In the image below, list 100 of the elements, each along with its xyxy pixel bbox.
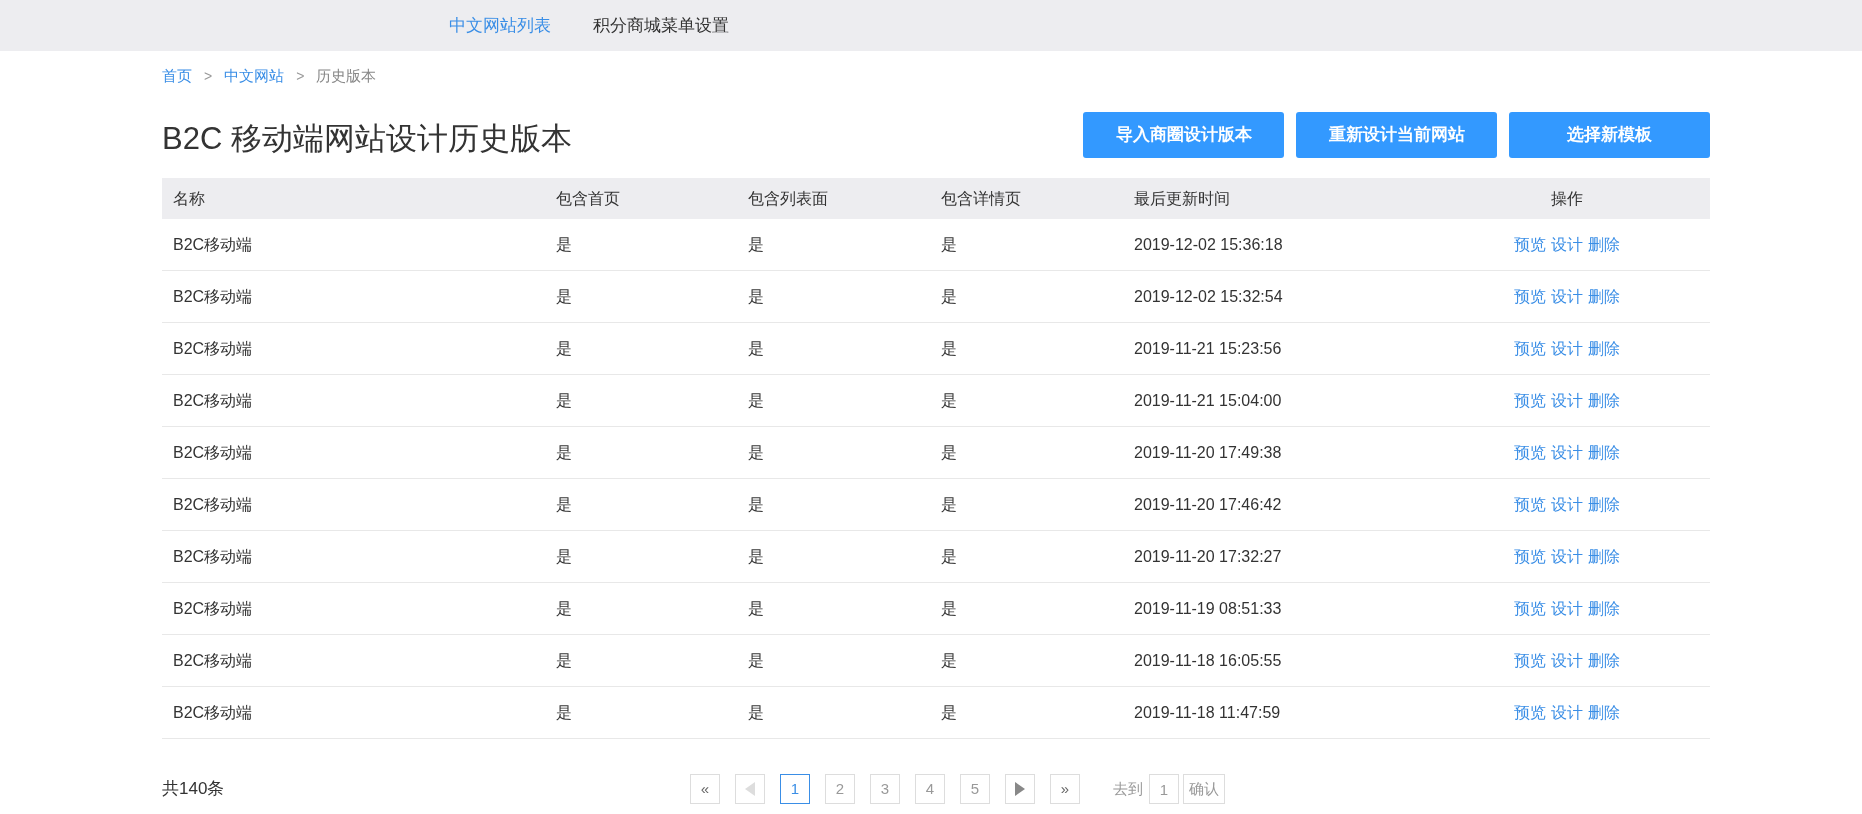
goto-page-field[interactable]: 1 bbox=[1149, 774, 1179, 804]
current-page-label: 历史版本 bbox=[316, 65, 377, 86]
table-cell-text: 2019-11-20 17:32:27 bbox=[1134, 546, 1282, 567]
breadcrumb-separator: > bbox=[204, 66, 213, 86]
action-button[interactable]: 选择新模板 bbox=[1509, 111, 1710, 158]
row-action-link[interactable]: 设计 bbox=[1550, 232, 1583, 257]
table-cell-text: B2C移动端 bbox=[173, 494, 253, 515]
table-cell-text: 是 bbox=[556, 338, 572, 359]
nav-tab[interactable]: 积分商城菜单设置 bbox=[593, 12, 729, 39]
table-cell-text: 是 bbox=[748, 546, 764, 567]
column-header: 操作 bbox=[1550, 188, 1583, 209]
table-cell-text: 是 bbox=[556, 546, 572, 567]
table-cell-text: B2C移动端 bbox=[173, 598, 253, 619]
breadcrumb-link[interactable]: 中文网站 bbox=[224, 64, 285, 88]
table-cell-text: 是 bbox=[748, 702, 764, 723]
table-cell-text: 是 bbox=[748, 234, 764, 255]
right-triangle-icon bbox=[1015, 782, 1025, 796]
left-triangle-icon bbox=[745, 782, 755, 796]
table-cell-text: 2019-12-02 15:36:18 bbox=[1134, 234, 1283, 255]
table-cell-text: B2C移动端 bbox=[173, 286, 253, 307]
table-cell-text: 2019-12-02 15:32:54 bbox=[1134, 286, 1283, 307]
row-action-link[interactable]: 预览 bbox=[1513, 596, 1546, 621]
row-action-link[interactable]: 删除 bbox=[1587, 388, 1620, 413]
page-number-button[interactable]: 4 bbox=[915, 774, 945, 804]
table-cell-text: 是 bbox=[748, 494, 764, 515]
table-cell-text: B2C移动端 bbox=[173, 650, 253, 671]
breadcrumb-link[interactable]: 首页 bbox=[162, 64, 192, 88]
row-action-link[interactable]: 设计 bbox=[1550, 596, 1583, 621]
page-number-button[interactable]: 3 bbox=[870, 774, 900, 804]
row-action-link[interactable]: 删除 bbox=[1587, 700, 1620, 725]
confirm-button[interactable]: 确认 bbox=[1183, 774, 1225, 804]
row-action-link[interactable]: 预览 bbox=[1513, 440, 1546, 465]
table-cell-text: 是 bbox=[941, 494, 957, 515]
next-page-button[interactable] bbox=[1005, 774, 1035, 804]
column-header: 包含列表面 bbox=[748, 188, 828, 209]
row-action-link[interactable]: 设计 bbox=[1550, 492, 1583, 517]
table-cell-text: 2019-11-21 15:04:00 bbox=[1134, 390, 1282, 411]
table-cell-text: B2C移动端 bbox=[173, 338, 253, 359]
row-action-link[interactable]: 设计 bbox=[1550, 440, 1583, 465]
table-cell-text: 是 bbox=[941, 650, 957, 671]
table-cell-text: 2019-11-18 16:05:55 bbox=[1134, 650, 1282, 671]
row-action-link[interactable]: 删除 bbox=[1587, 648, 1620, 673]
table-cell-text: 是 bbox=[748, 286, 764, 307]
table-cell-text: B2C移动端 bbox=[173, 702, 253, 723]
action-button[interactable]: 重新设计当前网站 bbox=[1296, 111, 1497, 158]
table-cell-text: 2019-11-19 08:51:33 bbox=[1134, 598, 1282, 619]
table-cell-text: 是 bbox=[556, 598, 572, 619]
table-cell-text: 是 bbox=[941, 442, 957, 463]
column-header: 名称 bbox=[173, 188, 205, 209]
row-action-link[interactable]: 设计 bbox=[1550, 700, 1583, 725]
page-number-button[interactable]: 1 bbox=[780, 774, 810, 804]
row-action-link[interactable]: 删除 bbox=[1587, 284, 1620, 309]
table-cell-text: B2C移动端 bbox=[173, 390, 253, 411]
nav-tab[interactable]: 中文网站列表 bbox=[449, 12, 551, 39]
row-action-link[interactable]: 预览 bbox=[1513, 648, 1546, 673]
row-action-link[interactable]: 删除 bbox=[1587, 336, 1620, 361]
table-cell-text: 是 bbox=[941, 702, 957, 723]
page-number-button[interactable]: 2 bbox=[825, 774, 855, 804]
table-cell-text: 是 bbox=[941, 234, 957, 255]
table-cell-text: 是 bbox=[748, 442, 764, 463]
last-page-button[interactable]: » bbox=[1050, 774, 1080, 804]
action-button[interactable]: 导入商圈设计版本 bbox=[1083, 111, 1284, 158]
table-cell-text: 是 bbox=[556, 390, 572, 411]
table-cell-text: 是 bbox=[941, 338, 957, 359]
row-action-link[interactable]: 设计 bbox=[1550, 284, 1583, 309]
table-cell-text: 2019-11-21 15:23:56 bbox=[1134, 338, 1282, 359]
row-action-link[interactable]: 设计 bbox=[1550, 388, 1583, 413]
row-action-link[interactable]: 设计 bbox=[1550, 648, 1583, 673]
row-action-link[interactable]: 删除 bbox=[1587, 440, 1620, 465]
row-action-link[interactable]: 设计 bbox=[1550, 336, 1583, 361]
row-action-link[interactable]: 预览 bbox=[1513, 232, 1546, 257]
row-action-link[interactable]: 设计 bbox=[1550, 544, 1583, 569]
column-header: 包含详情页 bbox=[941, 188, 1021, 209]
row-action-link[interactable]: 删除 bbox=[1587, 492, 1620, 517]
row-action-link[interactable]: 预览 bbox=[1513, 544, 1546, 569]
table-cell-text: 是 bbox=[556, 286, 572, 307]
row-action-link[interactable]: 删除 bbox=[1587, 544, 1620, 569]
page-number-button[interactable]: 5 bbox=[960, 774, 990, 804]
table-cell-text: 2019-11-20 17:49:38 bbox=[1134, 442, 1282, 463]
goto-label: 去到 bbox=[1113, 778, 1143, 799]
table-cell-text: 是 bbox=[748, 390, 764, 411]
table-cell-text: 是 bbox=[556, 650, 572, 671]
column-header: 最后更新时间 bbox=[1134, 188, 1230, 209]
table-cell-text: B2C移动端 bbox=[173, 546, 253, 567]
row-action-link[interactable]: 预览 bbox=[1513, 388, 1546, 413]
table-cell-text: 是 bbox=[941, 546, 957, 567]
total-count: 共140条 bbox=[162, 778, 226, 801]
table-cell-text: 是 bbox=[748, 650, 764, 671]
table-cell-text: 是 bbox=[556, 494, 572, 515]
row-action-link[interactable]: 预览 bbox=[1513, 284, 1546, 309]
table-cell-text: 是 bbox=[748, 338, 764, 359]
row-action-link[interactable]: 预览 bbox=[1513, 336, 1546, 361]
row-action-link[interactable]: 删除 bbox=[1587, 232, 1620, 257]
row-action-link[interactable]: 删除 bbox=[1587, 596, 1620, 621]
table-cell-text: 是 bbox=[556, 702, 572, 723]
first-page-button[interactable]: « bbox=[690, 774, 720, 804]
table-cell-text: 2019-11-20 17:46:42 bbox=[1134, 494, 1282, 515]
row-action-link[interactable]: 预览 bbox=[1513, 700, 1546, 725]
page-title: B2C 移动端网站设计历史版本 bbox=[162, 120, 572, 159]
row-action-link[interactable]: 预览 bbox=[1513, 492, 1546, 517]
